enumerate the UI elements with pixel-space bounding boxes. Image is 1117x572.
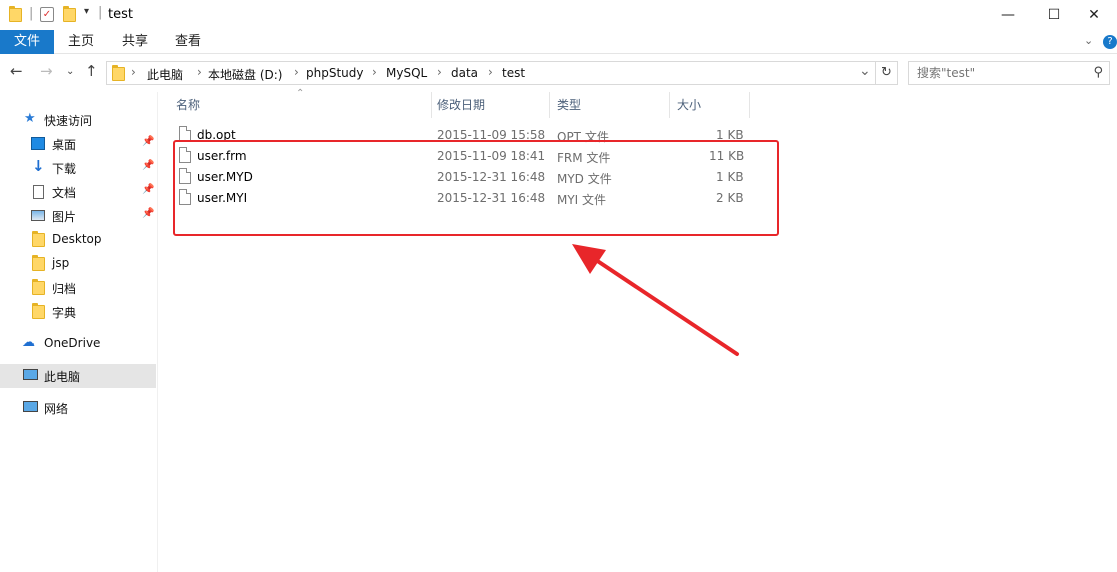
sidebar-item-archive[interactable]: 归档 [0,276,156,300]
sidebar-item-label: 快速访问 [44,114,93,128]
divider: | [98,5,103,20]
sidebar-item-label: 字典 [52,306,77,320]
chevron-right-icon[interactable]: › [488,65,493,79]
window-title: test [108,7,133,22]
cloud-icon: ☁ [22,335,35,350]
pin-icon[interactable]: 📌 [142,136,154,147]
pin-icon[interactable]: 📌 [142,184,154,195]
pin-icon[interactable]: 📌 [142,208,154,219]
search-input[interactable] [909,62,1079,84]
folder-icon [112,65,125,81]
breadcrumb-data[interactable]: data [451,66,478,80]
sidebar-item-desktop[interactable]: 桌面 📌 [0,132,156,156]
new-folder-icon[interactable] [63,6,76,22]
search-box[interactable]: ⚲ [908,61,1110,85]
breadcrumb-phpstudy[interactable]: phpStudy [306,66,364,80]
folder-icon [32,231,45,247]
refresh-icon[interactable]: ↻ [876,61,898,85]
recent-locations-chevron-icon[interactable]: ⌄ [66,66,74,77]
navigation-pane: ★ 快速访问 桌面 📌 ↓ 下载 📌 文档 📌 图片 📌 Desktop jsp… [0,92,158,572]
sidebar-item-label: Desktop [52,232,102,246]
picture-icon [31,210,45,221]
back-arrow-icon[interactable]: ← [10,62,23,80]
folder-icon [32,303,45,319]
download-icon: ↓ [32,157,45,175]
sidebar-item-pictures[interactable]: 图片 📌 [0,204,156,228]
sidebar-item-this-pc[interactable]: 此电脑 [0,364,156,388]
sidebar-item-network[interactable]: 网络 [0,396,156,420]
sidebar-item-quick-access[interactable]: ★ 快速访问 [0,108,156,132]
sidebar-item-label: 图片 [52,210,77,224]
sidebar-item-label: 桌面 [52,138,77,152]
star-icon: ★ [24,111,36,126]
sidebar-item-jsp[interactable]: jsp [0,252,156,276]
sidebar-item-label: OneDrive [44,336,101,350]
breadcrumb-this-pc[interactable]: 此电脑 [147,66,183,83]
tab-view[interactable]: 查看 [175,30,201,54]
column-header-type[interactable]: 类型 [549,92,670,118]
sidebar-item-label: 下载 [52,162,77,176]
sidebar-item-documents[interactable]: 文档 📌 [0,180,156,204]
sidebar-item-label: 此电脑 [44,370,81,384]
sidebar-item-label: 归档 [52,282,77,296]
folder-icon [9,6,22,22]
breadcrumb-mysql[interactable]: MySQL [386,66,427,80]
column-header-name[interactable]: 名称 [168,92,432,118]
close-button[interactable]: ✕ [1071,0,1117,30]
column-header-size[interactable]: 大小 [669,92,750,118]
folder-icon [32,255,45,271]
help-icon[interactable]: ? [1103,35,1117,49]
computer-icon [23,369,38,380]
chevron-right-icon[interactable]: › [197,65,202,79]
quick-access-toolbar-dropdown-icon[interactable]: ▾ [84,6,89,17]
chevron-right-icon[interactable]: › [131,65,136,79]
expand-ribbon-icon[interactable]: ⌄ [1084,34,1093,47]
desktop-icon [31,137,45,150]
chevron-right-icon[interactable]: › [372,65,377,79]
network-icon [23,401,38,412]
tab-file[interactable]: 文件 [0,30,54,54]
pin-icon[interactable]: 📌 [142,160,154,171]
address-bar[interactable]: › 此电脑 › 本地磁盘 (D:) › phpStudy › MySQL › d… [106,61,876,85]
annotation-arrow-icon [572,244,739,356]
search-icon[interactable]: ⚲ [1093,65,1103,80]
divider: | [29,6,34,21]
address-history-chevron-icon[interactable]: ⌄ [859,63,871,79]
minimize-button[interactable]: — [985,0,1031,30]
chevron-right-icon[interactable]: › [437,65,442,79]
document-icon [33,185,44,199]
up-arrow-icon[interactable]: ↑ [85,62,98,80]
tab-home[interactable]: 主页 [68,30,94,54]
folder-icon [32,279,45,295]
navigation-bar: ← → ⌄ ↑ › 此电脑 › 本地磁盘 (D:) › phpStudy › M… [0,58,1117,88]
sidebar-item-desktop-folder[interactable]: Desktop [0,228,156,252]
properties-icon[interactable]: ✓ [40,7,54,22]
forward-arrow-icon[interactable]: → [40,62,53,80]
breadcrumb-drive-d[interactable]: 本地磁盘 (D:) [208,66,282,83]
ribbon-tabs: 文件 主页 共享 查看 ⌄ ? [0,30,1117,54]
sidebar-item-label: 网络 [44,402,69,416]
chevron-right-icon[interactable]: › [294,65,299,79]
sidebar-item-label: 文档 [52,186,77,200]
sidebar-item-downloads[interactable]: ↓ 下载 📌 [0,156,156,180]
sidebar-item-dictionary[interactable]: 字典 [0,300,156,324]
title-bar: | ✓ ▾ | test — ☐ ✕ [0,0,1117,30]
sidebar-item-onedrive[interactable]: ☁ OneDrive [0,332,156,356]
column-header-date[interactable]: 修改日期 [429,92,550,118]
sidebar-item-label: jsp [52,256,70,270]
annotation-highlight-box [173,140,779,236]
tab-share[interactable]: 共享 [122,30,148,54]
breadcrumb-test[interactable]: test [502,66,525,80]
